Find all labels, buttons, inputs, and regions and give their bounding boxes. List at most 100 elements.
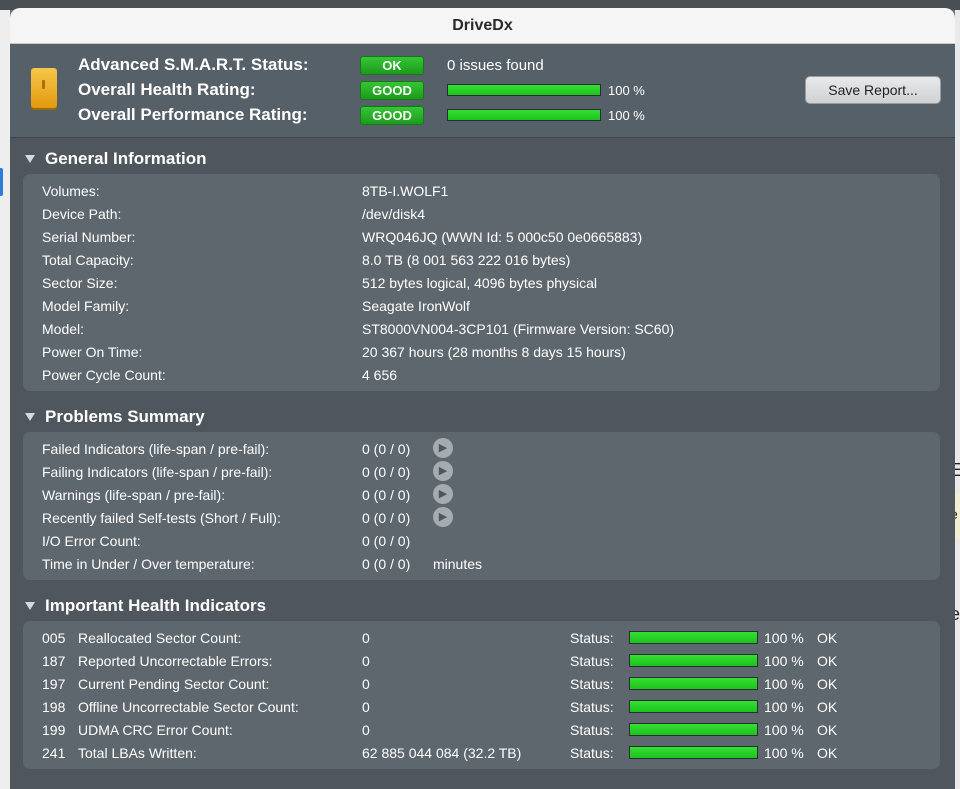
- problems-summary-header[interactable]: Problems Summary: [23, 403, 205, 431]
- status-state: OK: [817, 698, 838, 715]
- status-state: OK: [817, 675, 838, 692]
- status-percent: 100 %: [764, 698, 804, 715]
- info-row: Power Cycle Count: 4 656: [23, 363, 940, 386]
- health-rating-bar: [447, 84, 601, 96]
- info-value: 20 367 hours (28 months 8 days 15 hours): [362, 343, 626, 360]
- status-state: OK: [817, 652, 838, 669]
- save-report-button[interactable]: Save Report...: [805, 76, 941, 104]
- indicator-code: 197: [42, 675, 66, 692]
- details-arrow-icon[interactable]: ▶: [433, 484, 453, 504]
- health-indicators-header[interactable]: Important Health Indicators: [23, 592, 266, 620]
- status-percent: 100 %: [764, 721, 804, 738]
- issues-found-text: 0 issues found: [447, 56, 544, 74]
- health-indicator-row: 199 UDMA CRC Error Count: 0 Status: 100 % OK: [23, 718, 940, 741]
- general-information-panel: Volumes: 8TB-I.WOLF1 Device Path: /dev/disk…: [23, 174, 940, 391]
- health-rating-row: Overall Health Rating: GOOD 100 %: [78, 79, 645, 101]
- info-label: Power On Time:: [42, 343, 143, 360]
- info-row: Total Capacity: 8.0 TB (8 001 563 222 016…: [23, 248, 940, 271]
- status-bar: [629, 746, 758, 759]
- problem-row: Recently failed Self-tests (Short / Full…: [23, 506, 940, 529]
- indicator-label: 005 Reallocated Sector Count:: [42, 630, 241, 646]
- indicator-value: 0: [362, 698, 370, 715]
- indicator-label: 199 UDMA CRC Error Count:: [42, 722, 233, 738]
- status-bar-fill: [630, 655, 757, 666]
- problem-row: Failing Indicators (life-span / pre-fail…: [23, 460, 940, 483]
- status-label: Status:: [570, 629, 614, 646]
- disclosure-triangle-icon[interactable]: [25, 413, 35, 421]
- info-label: Device Path:: [42, 205, 122, 222]
- status-bar: [629, 654, 758, 667]
- info-row: Volumes: 8TB-I.WOLF1: [23, 179, 940, 202]
- info-row: Device Path: /dev/disk4: [23, 202, 940, 225]
- info-value: 8.0 TB (8 001 563 222 016 bytes): [362, 251, 571, 268]
- section-title: Important Health Indicators: [45, 596, 267, 615]
- indicator-label: 198 Offline Uncorrectable Sector Count:: [42, 699, 299, 715]
- performance-rating-label: Overall Performance Rating:: [78, 105, 308, 124]
- status-label: Status:: [570, 652, 614, 669]
- health-indicator-row: 198 Offline Uncorrectable Sector Count: 0 S…: [23, 695, 940, 718]
- details-arrow-icon[interactable]: ▶: [433, 507, 453, 527]
- background-window-right: [955, 10, 960, 789]
- indicator-value: 62 885 044 084 (32.2 TB): [362, 744, 522, 761]
- indicator-name: Offline Uncorrectable Sector Count:: [78, 698, 299, 715]
- health-rating-bar-fill: [448, 85, 600, 95]
- info-label: Power Cycle Count:: [42, 366, 166, 383]
- problem-label: Warnings (life-span / pre-fail):: [42, 486, 226, 503]
- status-label: Status:: [570, 675, 614, 692]
- status-label: Status:: [570, 744, 614, 761]
- problem-row: Time in Under / Over temperature: 0 (0 / …: [23, 552, 940, 575]
- disclosure-triangle-icon[interactable]: [25, 602, 35, 610]
- status-bar-fill: [630, 724, 757, 735]
- info-label: Model:: [42, 320, 85, 337]
- section-title: Problems Summary: [45, 407, 205, 426]
- indicator-value: 0: [362, 652, 370, 669]
- problem-unit: minutes: [433, 555, 483, 572]
- title-bar[interactable]: DriveDx: [10, 8, 955, 44]
- status-header: Advanced S.M.A.R.T. Status: OK 0 issues …: [10, 44, 955, 138]
- indicator-name: UDMA CRC Error Count:: [78, 721, 233, 738]
- health-indicator-row: 005 Reallocated Sector Count: 0 Status: 100 …: [23, 626, 940, 649]
- status-percent: 100 %: [764, 744, 804, 761]
- problem-label: Recently failed Self-tests (Short / Full…: [42, 509, 281, 526]
- problem-label: Time in Under / Over temperature:: [42, 555, 255, 572]
- smart-status-label: Advanced S.M.A.R.T. Status:: [78, 55, 309, 74]
- info-row: Power On Time: 20 367 hours (28 months 8 …: [23, 340, 940, 363]
- details-arrow-icon[interactable]: ▶: [433, 438, 453, 458]
- health-rating-label: Overall Health Rating:: [78, 80, 256, 99]
- problem-row: I/O Error Count: 0 (0 / 0): [23, 529, 940, 552]
- indicator-label: 241 Total LBAs Written:: [42, 745, 197, 761]
- status-bar-fill: [630, 678, 757, 689]
- indicator-code: 187: [42, 652, 66, 669]
- info-row: Sector Size: 512 bytes logical, 4096 byte…: [23, 271, 940, 294]
- problem-value: 0 (0 / 0): [362, 532, 411, 549]
- info-value: ST8000VN004-3CP101 (Firmware Version: SC…: [362, 320, 675, 337]
- problem-label: Failing Indicators (life-span / pre-fail…: [42, 463, 273, 480]
- details-arrow-icon[interactable]: ▶: [433, 461, 453, 481]
- background-window-left: [0, 10, 10, 789]
- indicator-name: Reallocated Sector Count:: [78, 629, 242, 646]
- health-rating-percent: 100 %: [608, 82, 645, 98]
- status-bar: [629, 677, 758, 690]
- indicator-name: Total LBAs Written:: [78, 744, 197, 761]
- status-state: OK: [817, 629, 838, 646]
- performance-rating-row: Overall Performance Rating: GOOD 100 %: [78, 104, 645, 126]
- info-label: Sector Size:: [42, 274, 118, 291]
- status-bar-fill: [630, 632, 757, 643]
- general-information-header[interactable]: General Information: [23, 145, 207, 173]
- status-bar-fill: [630, 701, 757, 712]
- info-value: /dev/disk4: [362, 205, 426, 222]
- status-bar: [629, 723, 758, 736]
- health-indicators-panel: 005 Reallocated Sector Count: 0 Status: 100 …: [23, 621, 940, 769]
- health-rating-badge: GOOD: [360, 80, 424, 100]
- info-label: Model Family:: [42, 297, 130, 314]
- indicator-name: Reported Uncorrectable Errors:: [78, 652, 273, 669]
- status-label: Status:: [570, 721, 614, 738]
- problem-value: 0 (0 / 0): [362, 486, 411, 503]
- status-bar: [629, 700, 758, 713]
- info-label: Total Capacity:: [42, 251, 134, 268]
- info-value: 512 bytes logical, 4096 bytes physical: [362, 274, 598, 291]
- indicator-value: 0: [362, 675, 370, 692]
- disclosure-triangle-icon[interactable]: [25, 155, 35, 163]
- smart-status-row: Advanced S.M.A.R.T. Status: OK 0 issues …: [78, 54, 544, 76]
- problem-row: Failed Indicators (life-span / pre-fail)…: [23, 437, 940, 460]
